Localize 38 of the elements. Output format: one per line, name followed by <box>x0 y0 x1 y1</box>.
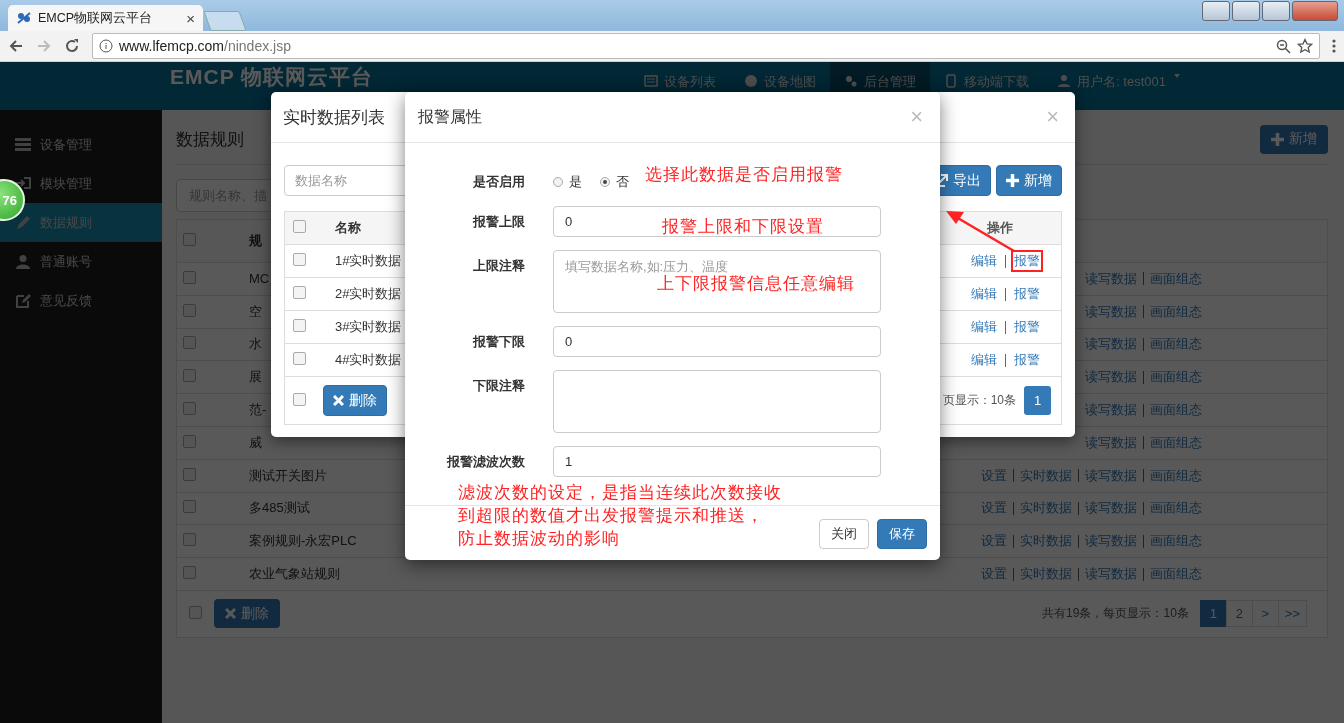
annotation-text: 到超限的数值才出发报警提示和推送， <box>458 505 764 527</box>
annotation-text: 滤波次数的设定，是指当连续此次数接收 <box>458 482 782 504</box>
table-cell-text: 展 <box>249 368 263 387</box>
annotation-text: 报警上限和下限设置 <box>662 216 824 238</box>
field-label: 报警上限 <box>473 214 525 231</box>
table-cell-text: 案例规则-永宏PLC <box>249 532 358 551</box>
pagination-summary: 页显示：10条 <box>942 392 1016 409</box>
radio-label: 是 <box>569 173 582 191</box>
annotation-text: 上下限报警信息任意编辑 <box>657 273 855 295</box>
column-header: 规 <box>249 232 263 250</box>
table-cell-text: 农业气象站规则 <box>249 565 341 584</box>
pagination-summary: 共有19条，每页显示：10条 <box>1042 605 1189 623</box>
table-cell-text: MC <box>249 271 271 287</box>
table-cell-text: 多485测试 <box>249 499 311 518</box>
table-cell-text: 2#实时数据 <box>335 285 403 303</box>
annotation-text: 选择此数据是否启用报警 <box>645 164 843 186</box>
table-cell-text: 4#实时数据 <box>335 351 403 369</box>
radio-label: 否 <box>616 173 629 191</box>
table-cell-text: 空 <box>249 302 263 321</box>
table-cell-text: 威 <box>249 433 263 452</box>
field-label: 是否启用 <box>473 173 525 191</box>
field-label: 报警下限 <box>473 334 525 351</box>
url-text: www.lfemcp.com/nindex.jsp <box>119 38 291 54</box>
annotation-text: 防止数据波动的影响 <box>458 528 620 550</box>
table-cell-text: 水 <box>249 335 263 354</box>
column-header: 操作 <box>987 219 1013 237</box>
modal-title: 报警属性 <box>418 106 482 127</box>
field-label: 上限注释 <box>473 258 525 275</box>
field-label: 下限注释 <box>473 378 525 395</box>
table-cell-text: 范- <box>249 401 268 420</box>
field-label: 报警滤波次数 <box>447 454 525 471</box>
page-title: 数据规则 <box>176 128 244 151</box>
logo: EMCP 物联网云平台 <box>170 65 374 89</box>
table-cell-text: 3#实时数据 <box>335 318 403 336</box>
table-cell-text: 测试开关图片 <box>249 466 328 485</box>
modal-title: 实时数据列表 <box>283 106 385 129</box>
column-header: 名称 <box>335 219 362 237</box>
table-cell-text: 1#实时数据 <box>335 252 403 270</box>
